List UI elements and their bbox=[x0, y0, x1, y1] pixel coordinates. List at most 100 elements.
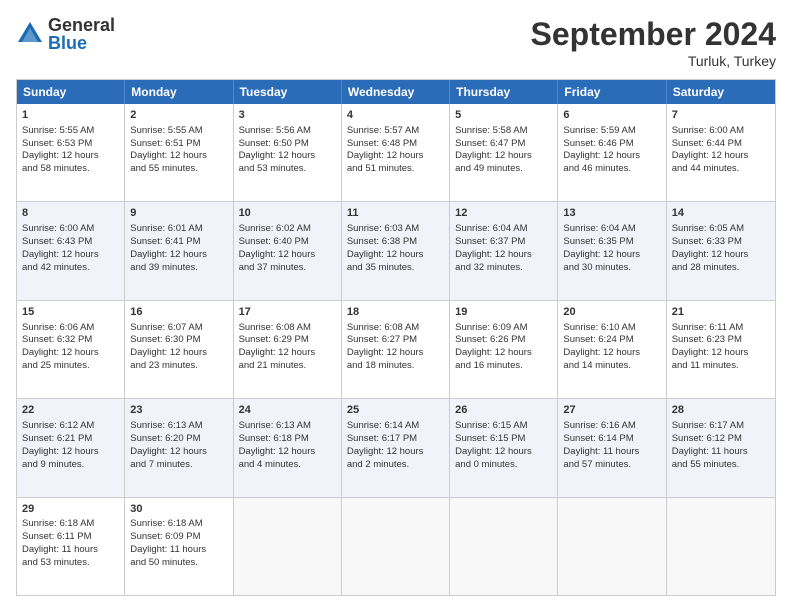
day-info-line: Daylight: 12 hours bbox=[22, 446, 119, 459]
weekday-header-saturday: Saturday bbox=[667, 80, 775, 104]
day-info-line: Daylight: 12 hours bbox=[239, 249, 336, 262]
weekday-header-tuesday: Tuesday bbox=[234, 80, 342, 104]
day-number: 17 bbox=[239, 305, 336, 320]
day-info-line: Daylight: 12 hours bbox=[672, 249, 770, 262]
day-info-line: Sunset: 6:15 PM bbox=[455, 433, 552, 446]
day-info-line: Sunrise: 6:11 AM bbox=[672, 322, 770, 335]
day-info-line: Daylight: 12 hours bbox=[672, 347, 770, 360]
day-number: 7 bbox=[672, 108, 770, 123]
day-info-line: Daylight: 11 hours bbox=[130, 544, 227, 557]
day-info-line: Daylight: 12 hours bbox=[239, 347, 336, 360]
calendar-header: SundayMondayTuesdayWednesdayThursdayFrid… bbox=[17, 80, 775, 104]
cal-cell-4-6 bbox=[667, 498, 775, 595]
day-number: 3 bbox=[239, 108, 336, 123]
weekday-header-friday: Friday bbox=[558, 80, 666, 104]
cal-cell-2-4: 19Sunrise: 6:09 AMSunset: 6:26 PMDayligh… bbox=[450, 301, 558, 398]
day-info-line: Daylight: 12 hours bbox=[22, 249, 119, 262]
day-info-line: Sunset: 6:50 PM bbox=[239, 138, 336, 151]
weekday-header-wednesday: Wednesday bbox=[342, 80, 450, 104]
cal-cell-0-4: 5Sunrise: 5:58 AMSunset: 6:47 PMDaylight… bbox=[450, 104, 558, 201]
day-info-line: and 16 minutes. bbox=[455, 360, 552, 373]
day-info-line: Sunset: 6:53 PM bbox=[22, 138, 119, 151]
day-info-line: Sunset: 6:33 PM bbox=[672, 236, 770, 249]
day-info-line: and 9 minutes. bbox=[22, 459, 119, 472]
cal-cell-1-6: 14Sunrise: 6:05 AMSunset: 6:33 PMDayligh… bbox=[667, 202, 775, 299]
calendar: SundayMondayTuesdayWednesdayThursdayFrid… bbox=[16, 79, 776, 596]
day-info-line: Sunset: 6:29 PM bbox=[239, 334, 336, 347]
day-number: 30 bbox=[130, 502, 227, 517]
day-info-line: Sunrise: 6:08 AM bbox=[347, 322, 444, 335]
day-info-line: and 53 minutes. bbox=[239, 163, 336, 176]
day-info-line: Sunrise: 6:02 AM bbox=[239, 223, 336, 236]
logo-text: General Blue bbox=[48, 16, 115, 52]
day-info-line: and 32 minutes. bbox=[455, 262, 552, 275]
day-info-line: Sunset: 6:09 PM bbox=[130, 531, 227, 544]
month-title: September 2024 bbox=[531, 16, 776, 53]
day-info-line: Sunrise: 6:03 AM bbox=[347, 223, 444, 236]
calendar-body: 1Sunrise: 5:55 AMSunset: 6:53 PMDaylight… bbox=[17, 104, 775, 595]
day-number: 10 bbox=[239, 206, 336, 221]
day-number: 18 bbox=[347, 305, 444, 320]
day-info-line: Daylight: 12 hours bbox=[347, 446, 444, 459]
day-info-line: Sunrise: 6:07 AM bbox=[130, 322, 227, 335]
day-info-line: Daylight: 12 hours bbox=[563, 150, 660, 163]
day-info-line: Daylight: 12 hours bbox=[672, 150, 770, 163]
cal-cell-0-5: 6Sunrise: 5:59 AMSunset: 6:46 PMDaylight… bbox=[558, 104, 666, 201]
day-number: 26 bbox=[455, 403, 552, 418]
day-info-line: and 18 minutes. bbox=[347, 360, 444, 373]
cal-cell-2-2: 17 Sunrise: 6:08 AMSunset: 6:29 PMDayligh… bbox=[234, 301, 342, 398]
day-number: 23 bbox=[130, 403, 227, 418]
location-subtitle: Turluk, Turkey bbox=[531, 53, 776, 69]
day-number: 8 bbox=[22, 206, 119, 221]
day-info-line: Sunset: 6:23 PM bbox=[672, 334, 770, 347]
day-info-line: Sunrise: 6:04 AM bbox=[563, 223, 660, 236]
cal-cell-4-2 bbox=[234, 498, 342, 595]
header: General Blue September 2024 Turluk, Turk… bbox=[16, 16, 776, 69]
cal-cell-4-5 bbox=[558, 498, 666, 595]
cal-cell-1-4: 12Sunrise: 6:04 AMSunset: 6:37 PMDayligh… bbox=[450, 202, 558, 299]
cal-cell-2-6: 21Sunrise: 6:11 AMSunset: 6:23 PMDayligh… bbox=[667, 301, 775, 398]
day-number: 22 bbox=[22, 403, 119, 418]
day-info-line: Sunset: 6:41 PM bbox=[130, 236, 227, 249]
calendar-row-2: 15Sunrise: 6:06 AMSunset: 6:32 PMDayligh… bbox=[17, 300, 775, 398]
cal-cell-1-1: 9Sunrise: 6:01 AMSunset: 6:41 PMDaylight… bbox=[125, 202, 233, 299]
day-number: 4 bbox=[347, 108, 444, 123]
day-info-line: Sunset: 6:32 PM bbox=[22, 334, 119, 347]
day-info-line: and 55 minutes. bbox=[130, 163, 227, 176]
cal-cell-2-5: 20Sunrise: 6:10 AMSunset: 6:24 PMDayligh… bbox=[558, 301, 666, 398]
day-info-line: Daylight: 12 hours bbox=[130, 150, 227, 163]
day-info-line: Sunrise: 6:12 AM bbox=[22, 420, 119, 433]
day-info-line: Sunrise: 5:58 AM bbox=[455, 125, 552, 138]
day-info-line: Sunset: 6:27 PM bbox=[347, 334, 444, 347]
day-info-line: and 42 minutes. bbox=[22, 262, 119, 275]
day-number: 14 bbox=[672, 206, 770, 221]
day-info-line: Daylight: 12 hours bbox=[347, 347, 444, 360]
day-info-line: Sunrise: 6:04 AM bbox=[455, 223, 552, 236]
day-info-line: Daylight: 12 hours bbox=[455, 150, 552, 163]
day-info-line: Sunset: 6:43 PM bbox=[22, 236, 119, 249]
day-info-line: Sunset: 6:44 PM bbox=[672, 138, 770, 151]
logo-icon bbox=[16, 20, 44, 48]
day-info-line: Daylight: 12 hours bbox=[347, 150, 444, 163]
day-info-line: Sunrise: 5:59 AM bbox=[563, 125, 660, 138]
day-info-line: Sunset: 6:26 PM bbox=[455, 334, 552, 347]
day-info-line: Daylight: 11 hours bbox=[22, 544, 119, 557]
day-info-line: Daylight: 12 hours bbox=[347, 249, 444, 262]
logo-blue: Blue bbox=[48, 34, 115, 52]
day-info-line: Sunset: 6:35 PM bbox=[563, 236, 660, 249]
page: General Blue September 2024 Turluk, Turk… bbox=[0, 0, 792, 612]
cal-cell-0-2: 3Sunrise: 5:56 AMSunset: 6:50 PMDaylight… bbox=[234, 104, 342, 201]
day-info-line: Sunset: 6:12 PM bbox=[672, 433, 770, 446]
day-info-line: Sunset: 6:11 PM bbox=[22, 531, 119, 544]
day-info-line: Sunrise: 6:06 AM bbox=[22, 322, 119, 335]
day-info-line: Sunrise: 6:16 AM bbox=[563, 420, 660, 433]
day-info-line: Sunrise: 6:08 AM bbox=[239, 322, 336, 335]
day-info-line: Sunrise: 6:00 AM bbox=[22, 223, 119, 236]
day-info-line: and 4 minutes. bbox=[239, 459, 336, 472]
day-info-line: Sunset: 6:17 PM bbox=[347, 433, 444, 446]
day-info-line: Sunrise: 6:13 AM bbox=[130, 420, 227, 433]
day-info-line: and 55 minutes. bbox=[672, 459, 770, 472]
cal-cell-3-0: 22Sunrise: 6:12 AMSunset: 6:21 PMDayligh… bbox=[17, 399, 125, 496]
day-info-line: Daylight: 12 hours bbox=[239, 150, 336, 163]
day-info-line: Sunrise: 6:09 AM bbox=[455, 322, 552, 335]
